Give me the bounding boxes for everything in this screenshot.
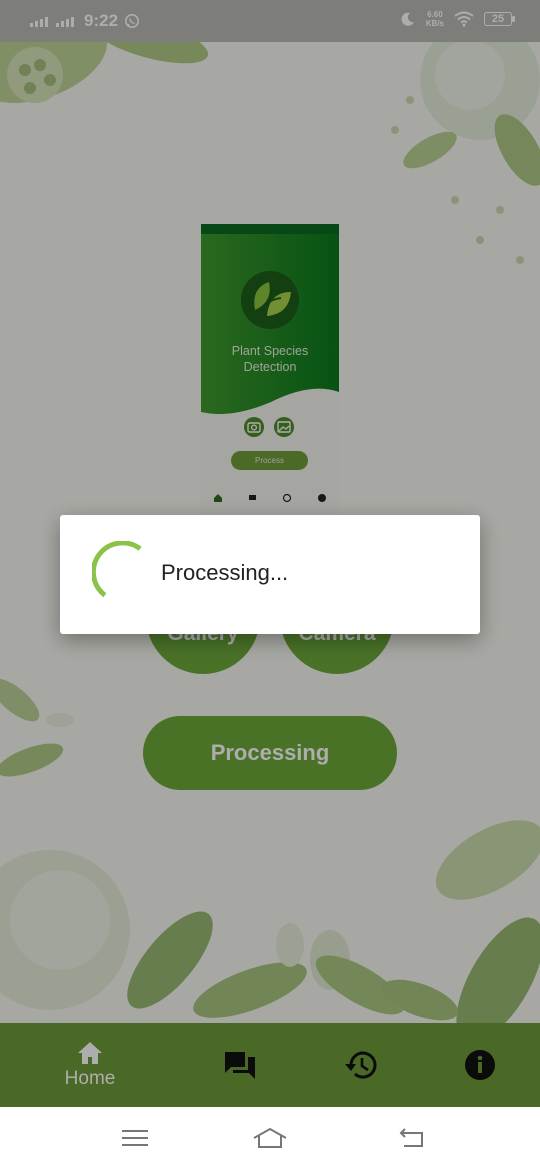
system-menu-button[interactable] [115,1123,155,1153]
loading-spinner-icon [92,541,142,598]
menu-icon [122,1130,148,1146]
system-navigation-bar [0,1107,540,1170]
system-home-button[interactable] [250,1123,290,1153]
processing-dialog: Processing... [60,515,480,634]
home-outline-icon [253,1127,287,1148]
back-icon [399,1128,423,1147]
system-back-button[interactable] [391,1123,431,1153]
processing-message: Processing... [161,560,289,585]
